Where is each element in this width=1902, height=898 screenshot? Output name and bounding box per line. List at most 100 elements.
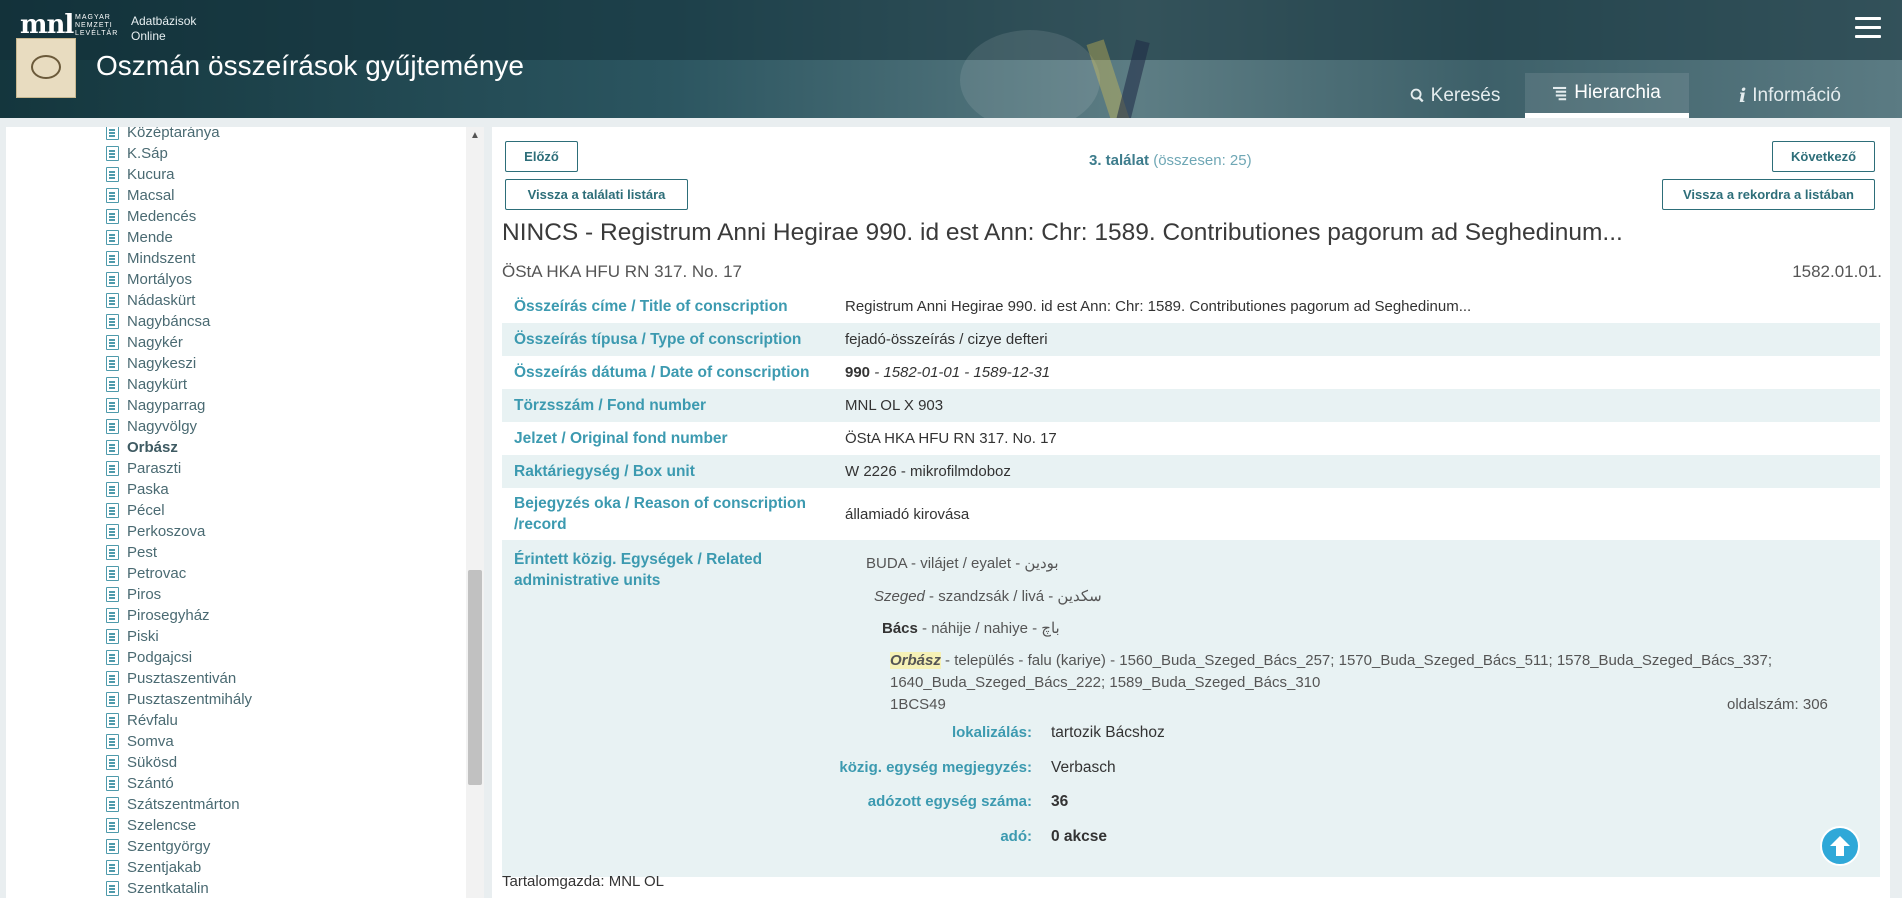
tree-item[interactable]: Pusztaszentmihály xyxy=(106,689,252,710)
unit-type: - szandzsák / livá - سكدين xyxy=(924,588,1102,605)
tree-item[interactable]: Pécel xyxy=(106,500,165,521)
detail-label-taxed-units: adózott egység száma: xyxy=(867,793,1032,810)
field-label-line: /record xyxy=(514,516,567,533)
tree-item[interactable]: K.Sáp xyxy=(106,143,168,164)
tree-item[interactable]: Szentjakab xyxy=(106,857,201,878)
field-row-fond-number: Törzsszám / Fond number MNL OL X 903 xyxy=(502,389,1880,422)
tree-item[interactable]: Paraszti xyxy=(106,458,181,479)
tree-item-label: Mende xyxy=(127,229,173,246)
tree-item[interactable]: Orbász xyxy=(106,437,178,458)
tree-item[interactable]: Sükösd xyxy=(106,752,177,773)
document-icon xyxy=(106,356,119,371)
hit-total: (összesen: 25) xyxy=(1153,152,1252,169)
tree-item[interactable]: Pirosegyház xyxy=(106,605,210,626)
document-icon xyxy=(106,671,119,686)
tree-item[interactable]: Révfalu xyxy=(106,710,178,731)
tree-item[interactable]: Szentgyörgy xyxy=(106,836,210,857)
tree-item[interactable]: Pusztaszentiván xyxy=(106,668,236,689)
field-value: fejadó-összeírás / cizye defteri xyxy=(845,331,1048,348)
tree-item[interactable]: Nagyparrag xyxy=(106,395,205,416)
unit-type: - náhije / nahiye - باچ xyxy=(917,620,1060,637)
tree-item[interactable]: Szentkatalin xyxy=(106,878,209,898)
tree-item[interactable]: Paska xyxy=(106,479,169,500)
brand-text[interactable]: Adatbázisok Online xyxy=(131,14,196,44)
tree-item-label: Nagyvölgy xyxy=(127,418,198,435)
tree-item[interactable]: Szelencse xyxy=(106,815,196,836)
field-label: Összeírás típusa / Type of conscription xyxy=(514,331,802,348)
hit-number: 3. találat xyxy=(1089,152,1150,169)
document-icon xyxy=(106,440,119,455)
tree-item[interactable]: Szátszentmárton xyxy=(106,794,240,815)
document-icon xyxy=(106,734,119,749)
back-to-results-button[interactable]: Vissza a találati listára xyxy=(505,179,688,210)
menu-icon[interactable] xyxy=(1855,17,1881,39)
unit-level-sanjak: Szeged - szandzsák / livá - سكدين xyxy=(874,587,1102,605)
previous-button[interactable]: Előző xyxy=(505,141,578,172)
document-icon xyxy=(106,482,119,497)
field-label: Raktáriegység / Box unit xyxy=(514,463,695,480)
tree-item-label: Középtaránya xyxy=(127,127,220,141)
tab-hierarchy[interactable]: Hierarchia xyxy=(1525,73,1689,118)
tree-item-label: K.Sáp xyxy=(127,145,168,162)
tree-item[interactable]: Mortályos xyxy=(106,269,192,290)
tree-item[interactable]: Nádaskürt xyxy=(106,290,195,311)
sidebar-scrollbar[interactable]: ▲ xyxy=(466,127,484,898)
tree-item[interactable]: Nagykürt xyxy=(106,374,187,395)
tree-item[interactable]: Piski xyxy=(106,626,159,647)
tree-item-label: Szátszentmárton xyxy=(127,796,240,813)
record-signature: ÖStA HKA HFU RN 317. No. 17 xyxy=(502,262,742,281)
tree-item[interactable]: Nagybáncsa xyxy=(106,311,210,332)
tab-search[interactable]: Keresés xyxy=(1385,73,1525,118)
document-icon xyxy=(106,127,119,140)
tree-item[interactable]: Macsal xyxy=(106,185,175,206)
field-label-line: Bejegyzés oka / Reason of conscription xyxy=(514,495,806,512)
tree-item[interactable]: Medencés xyxy=(106,206,196,227)
record-title: NINCS - Registrum Anni Hegirae 990. id e… xyxy=(502,219,1623,246)
tree-item[interactable]: Perkoszova xyxy=(106,521,205,542)
hierarchy-tree[interactable]: Középtaránya K.Sáp Kucura Macsal Medencés Men… xyxy=(6,127,484,898)
field-value: W 2226 - mikrofilmdoboz xyxy=(845,463,1011,480)
scroll-to-top-button[interactable] xyxy=(1820,826,1860,866)
scroll-up-arrow-icon[interactable]: ▲ xyxy=(466,127,484,145)
back-to-record-in-list-button[interactable]: Vissza a rekordra a listában xyxy=(1662,179,1875,210)
document-icon xyxy=(106,461,119,476)
info-icon: i xyxy=(1739,84,1747,107)
field-row-related-units: Érintett közig. Egységek / Related admin… xyxy=(502,540,1880,877)
tree-item-label: Nagyparrag xyxy=(127,397,206,414)
tree-item[interactable]: Nagyvölgy xyxy=(106,416,197,437)
tree-item-label: Révfalu xyxy=(127,712,178,729)
tree-item[interactable]: Somva xyxy=(106,731,174,752)
tree-item[interactable]: Középtaránya xyxy=(106,127,220,143)
detail-label-unit-note: közig. egység megjegyzés: xyxy=(839,759,1032,776)
tree-item-label: Paraszti xyxy=(127,460,182,477)
tree-item[interactable]: Nagykeszi xyxy=(106,353,196,374)
tab-label: Keresés xyxy=(1430,84,1501,106)
field-label: Összeírás dátuma / Date of conscription xyxy=(514,364,810,381)
tree-item[interactable]: Pest xyxy=(106,542,157,563)
tree-item[interactable]: Mindszent xyxy=(106,248,195,269)
tree-item-label: Mindszent xyxy=(127,250,196,267)
tree-item[interactable]: Kucura xyxy=(106,164,175,185)
logo-sub-line: MAGYAR xyxy=(75,14,111,21)
hierarchy-icon xyxy=(1553,86,1567,100)
tree-item[interactable]: Mende xyxy=(106,227,173,248)
mnl-logo[interactable]: mnl xyxy=(20,11,74,39)
tree-item[interactable]: Nagykér xyxy=(106,332,183,353)
document-icon xyxy=(106,566,119,581)
document-icon xyxy=(106,797,119,812)
tree-item-label: Pusztaszentiván xyxy=(127,670,237,687)
scrollbar-thumb[interactable] xyxy=(468,570,482,785)
document-icon xyxy=(106,209,119,224)
tab-information[interactable]: i Információ xyxy=(1700,73,1880,118)
next-button[interactable]: Következő xyxy=(1772,141,1875,172)
field-value: Registrum Anni Hegirae 990. id est Ann: … xyxy=(845,298,1472,315)
tree-item[interactable]: Podgajcsi xyxy=(106,647,192,668)
date-range: - 1582-01-01 - 1589-12-31 xyxy=(870,364,1051,381)
tree-item[interactable]: Petrovac xyxy=(106,563,186,584)
field-label: Törzsszám / Fond number xyxy=(514,397,707,414)
tree-item[interactable]: Szántó xyxy=(106,773,174,794)
field-value: államiadó kirovása xyxy=(845,505,970,523)
document-icon xyxy=(106,335,119,350)
arrow-up-icon xyxy=(1830,836,1850,856)
tree-item[interactable]: Piros xyxy=(106,584,161,605)
